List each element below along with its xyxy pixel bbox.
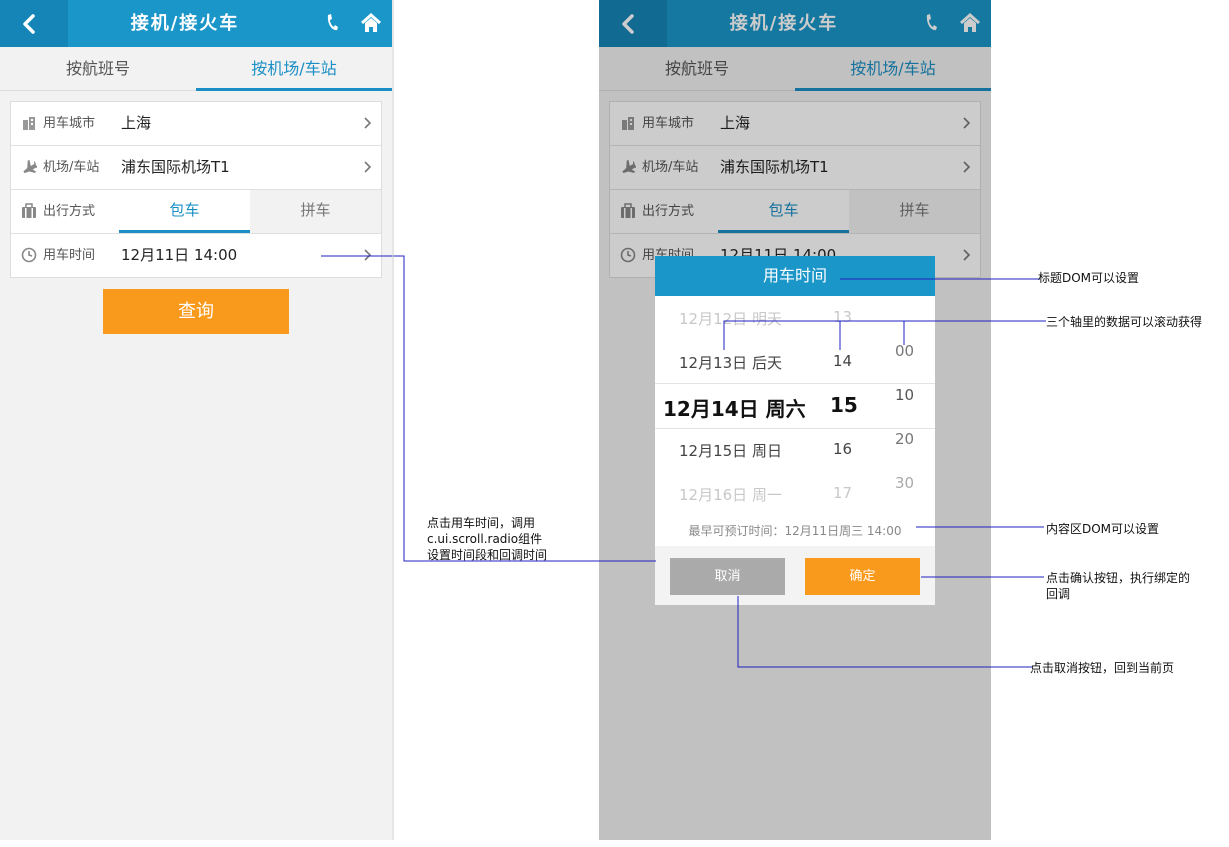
cancel-callout-line	[737, 596, 1032, 668]
left-annotation: 点击用车时间，调用 c.ui.scroll.radio组件 设置时间段和回调时间	[427, 515, 547, 563]
left-annotation-line-2: c.ui.scroll.radio组件	[427, 532, 543, 546]
title-annotation: 标题DOM可以设置	[1038, 271, 1140, 285]
content-annotation: 内容区DOM可以设置	[1046, 522, 1160, 536]
date-axis-callout-line	[723, 320, 1046, 350]
axis-annotation: 三个轴里的数据可以滚动获得	[1046, 315, 1203, 329]
confirm-annotation-line-1: 点击确认按钮，执行绑定的	[1046, 571, 1191, 585]
cancel-annotation: 点击取消按钮，回到当前页	[1030, 661, 1175, 675]
confirm-annotation-line-2: 回调	[1046, 587, 1071, 601]
left-annotation-line-1: 点击用车时间，调用	[427, 516, 536, 530]
annotation-lines	[321, 0, 1046, 840]
left-annotation-line-3: 设置时间段和回调时间	[427, 548, 548, 562]
confirm-annotation: 点击确认按钮，执行绑定的 回调	[1046, 570, 1190, 602]
